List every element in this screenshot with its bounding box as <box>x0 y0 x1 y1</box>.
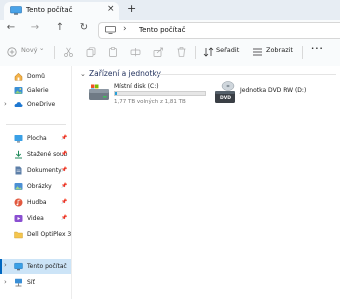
close-tab-button[interactable]: × <box>107 4 115 14</box>
sidebar-item-downloads[interactable]: Stažené soub 📌 <box>0 148 71 162</box>
refresh-button[interactable]: ↻ <box>77 22 91 33</box>
videos-icon <box>14 215 23 222</box>
sidebar-item-desktop[interactable]: Plocha 📌 <box>0 132 71 146</box>
sidebar-item-label: Domů <box>27 73 45 80</box>
dvd-drive-icon <box>215 81 235 103</box>
tab-this-pc[interactable]: Tento počítač × <box>4 2 119 20</box>
gallery-icon <box>14 87 23 94</box>
new-icon <box>7 47 17 57</box>
copy-icon[interactable] <box>86 47 97 57</box>
pin-icon[interactable]: 📌 <box>61 167 67 173</box>
tab-title: Tento počítač <box>26 6 73 14</box>
free-space-text: 1,77 TB volných z 1,81 TB <box>114 99 186 105</box>
pin-icon[interactable]: 📌 <box>61 215 67 221</box>
chevron-down-icon: ⌄ <box>39 44 45 52</box>
sidebar-item-documents[interactable]: Dokumenty 📌 <box>0 164 71 178</box>
new-button[interactable]: Nový <box>21 46 38 54</box>
group-header-devices[interactable]: Zařízení a jednotky <box>89 69 161 78</box>
divider <box>6 124 66 125</box>
navigation-bar: ← → ↑ ↻ › Tento počítač <box>0 20 340 39</box>
sidebar-item-label: Galerie <box>27 87 49 94</box>
network-icon <box>15 278 22 287</box>
divider <box>54 46 55 59</box>
delete-icon[interactable] <box>176 47 187 57</box>
breadcrumb-separator: › <box>123 24 127 34</box>
download-icon <box>15 150 22 159</box>
sidebar-item-dell-optiplex[interactable]: Dell OptiPlex 30 <box>0 228 71 242</box>
sidebar-item-label: Síť <box>27 279 35 286</box>
sidebar-item-onedrive[interactable]: › OneDrive <box>0 98 71 112</box>
pin-icon[interactable]: 📌 <box>61 199 67 205</box>
desktop-icon <box>14 135 23 143</box>
view-icon <box>253 48 262 56</box>
hard-drive-icon <box>89 84 109 100</box>
sidebar-item-label: Dell OptiPlex 30 <box>27 231 71 238</box>
drive-name: Jednotka DVD RW (D:) <box>240 87 307 94</box>
sort-button[interactable]: Seřadit <box>216 46 239 54</box>
sidebar-item-home[interactable]: Domů <box>0 70 71 84</box>
this-pc-icon <box>14 263 23 271</box>
forward-button[interactable]: → <box>28 22 42 33</box>
documents-icon <box>15 166 22 175</box>
navigation-pane: Domů Galerie › OneDrive Plocha 📌 Stažené… <box>0 66 72 299</box>
share-icon[interactable] <box>153 47 164 57</box>
up-button[interactable]: ↑ <box>53 22 67 33</box>
cut-icon[interactable] <box>63 47 74 57</box>
this-pc-icon <box>10 6 22 15</box>
back-button[interactable]: ← <box>4 22 18 33</box>
disk-usage-bar <box>114 91 206 96</box>
pictures-icon <box>14 183 23 190</box>
chevron-right-icon[interactable]: › <box>4 278 7 286</box>
sidebar-item-this-pc[interactable]: › Tento počítač <box>0 259 71 274</box>
divider <box>195 46 196 59</box>
content-pane: ⌄ Zařízení a jednotky Místní disk (C:) 1… <box>72 66 340 299</box>
pin-icon[interactable]: 📌 <box>61 135 67 141</box>
pin-icon[interactable]: 📌 <box>61 151 67 157</box>
chevron-right-icon[interactable]: › <box>4 100 7 108</box>
sidebar-item-music[interactable]: Hudba 📌 <box>0 196 71 210</box>
pin-icon[interactable]: 📌 <box>61 183 67 189</box>
chevron-down-icon[interactable]: ⌄ <box>80 70 86 78</box>
view-button[interactable]: Zobrazit <box>266 46 293 54</box>
breadcrumb-this-pc[interactable]: Tento počítač <box>139 26 185 34</box>
music-icon <box>14 198 23 207</box>
sort-icon <box>203 47 214 57</box>
sidebar-item-videos[interactable]: Videa 📌 <box>0 212 71 226</box>
command-bar: Nový ⌄ Seřadit Zobrazit ••• <box>0 39 340 67</box>
more-options-button[interactable]: ••• <box>311 46 324 52</box>
cloud-icon <box>14 102 23 107</box>
sidebar-item-gallery[interactable]: Galerie <box>0 84 71 98</box>
sidebar-item-network[interactable]: › Síť <box>0 276 71 290</box>
disk-usage-fill <box>115 92 117 95</box>
divider <box>302 46 303 59</box>
drive-d[interactable]: DVD Jednotka DVD RW (D:) <box>214 80 334 122</box>
folder-icon <box>14 231 23 239</box>
divider <box>156 74 336 75</box>
drive-c[interactable]: Místní disk (C:) 1,77 TB volných z 1,81 … <box>88 80 228 122</box>
home-icon <box>14 72 23 81</box>
drive-name: Místní disk (C:) <box>114 83 159 90</box>
monitor-icon <box>105 26 116 34</box>
title-bar: Tento počítač × + <box>0 0 340 20</box>
dvd-badge: DVD <box>220 96 231 101</box>
chevron-right-icon[interactable]: › <box>4 261 7 269</box>
paste-icon[interactable] <box>108 47 119 57</box>
sidebar-item-label: Tento počítač <box>27 263 67 270</box>
sidebar-item-label: OneDrive <box>27 101 56 108</box>
new-tab-button[interactable]: + <box>127 2 136 15</box>
address-bar[interactable]: › Tento počítač <box>98 22 340 39</box>
rename-icon[interactable] <box>130 47 141 57</box>
sidebar-item-pictures[interactable]: Obrázky 📌 <box>0 180 71 194</box>
